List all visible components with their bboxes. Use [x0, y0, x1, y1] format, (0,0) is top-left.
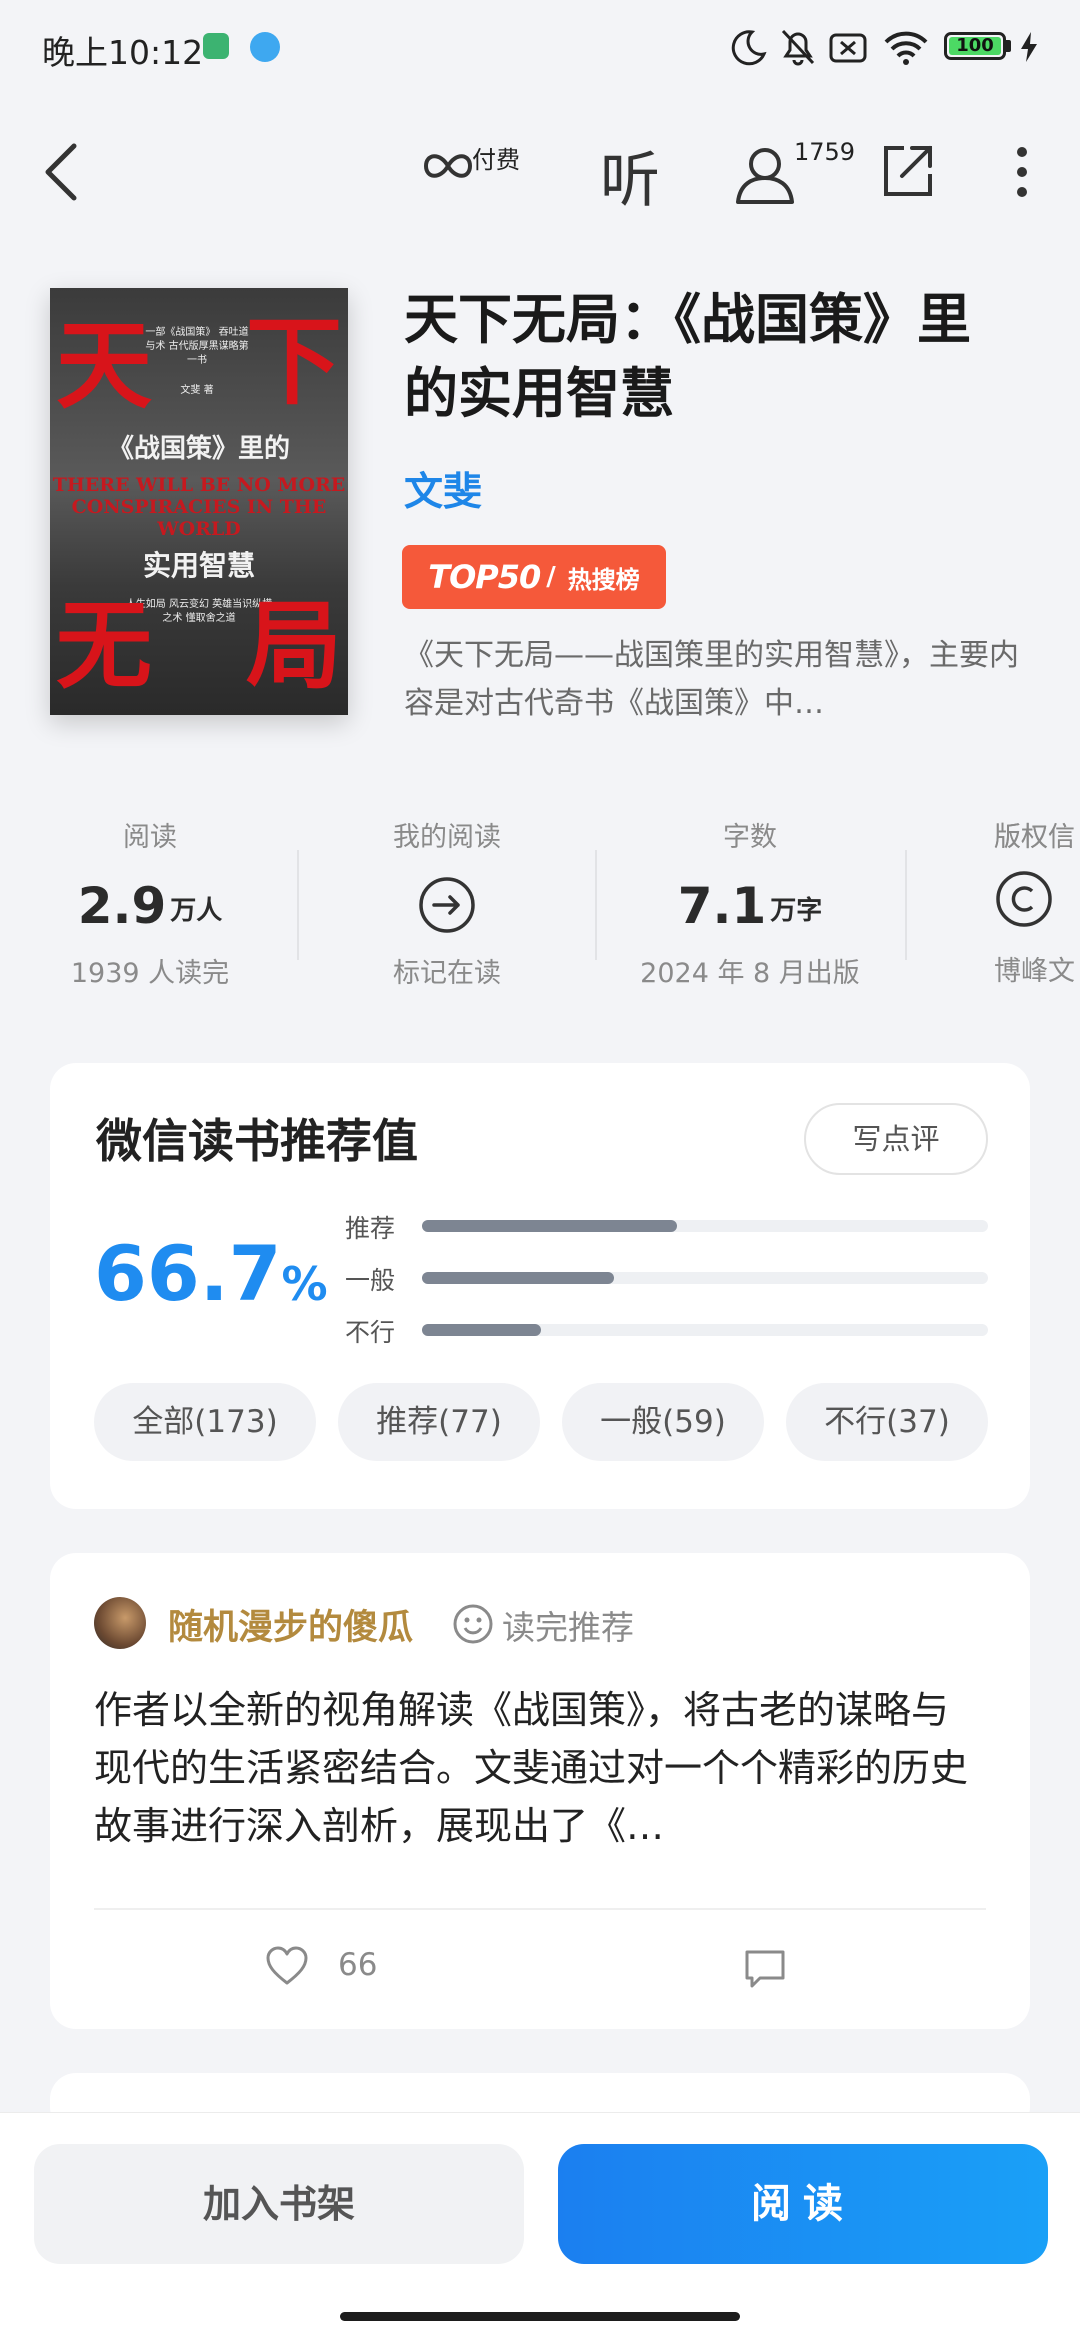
cover-char-2: 下 [246, 305, 342, 418]
person-icon [736, 148, 794, 204]
stat-sub: 标记在读 [393, 958, 501, 989]
stat-my-reading[interactable]: 我的阅读 标记在读 [297, 815, 597, 990]
stat-divider [905, 850, 907, 960]
book-intro[interactable]: 《天下无局——战国策里的实用智慧》，主要内容是对古代奇书《战国策》中… [404, 632, 1034, 728]
filter-recommend[interactable]: 推荐(77) [338, 1383, 540, 1461]
stat-unit: 万字 [770, 896, 823, 926]
battery-icon: 100 [944, 32, 1006, 60]
filter-average[interactable]: 一般(59) [562, 1383, 764, 1461]
cover-subtitle-2: 实用智慧 [142, 549, 255, 582]
reader-count: 1759 [794, 138, 856, 166]
bar-label: 不行 [345, 1318, 396, 1347]
cover-char-1: 天 [56, 309, 152, 422]
moon-icon [731, 30, 767, 66]
recommend-percent-sign: % [281, 1257, 328, 1311]
stat-copyright-clip: 版权信 博峰文 [994, 815, 1080, 988]
stat-label: 我的阅读 [393, 822, 501, 853]
battery-cap [1006, 40, 1011, 52]
recommend-percent: 66.7% [94, 1229, 328, 1318]
comment-icon[interactable] [742, 1947, 788, 1991]
mute-bell-icon [781, 29, 815, 66]
arrow-circle-icon [419, 877, 475, 933]
stat-value: 2.9 [77, 877, 167, 935]
bar-track [422, 1272, 988, 1284]
book-author[interactable]: 文斐 [404, 461, 482, 517]
paid-listen-button[interactable]: 付费 [420, 140, 530, 200]
smile-icon [453, 1604, 493, 1644]
no-sim-icon [829, 33, 867, 63]
charging-icon [1021, 32, 1037, 62]
stat-label: 版权信 [994, 822, 1075, 853]
cover-english: THERE WILL BE NO MORE CONSPIRACIES IN TH… [52, 474, 346, 540]
rank-badge-label: 热搜榜 [567, 565, 640, 594]
recommend-percent-value: 66.7 [94, 1229, 282, 1318]
review-user-name[interactable]: 随机漫步的傻瓜 [168, 1599, 413, 1650]
filter-all[interactable]: 全部(173) [94, 1383, 316, 1461]
readers-button[interactable]: 1759 [732, 138, 856, 208]
more-icon[interactable] [1010, 142, 1034, 202]
bar-fill-recommend [422, 1220, 677, 1232]
stat-sub: 1939 人读完 [70, 958, 230, 989]
book-cover[interactable]: 天 下 一部《战国策》 吞吐道与术 古代版厚黑谋略第一书 文斐 著 《战国策》里… [50, 288, 348, 715]
listen-button[interactable]: 听 [600, 132, 660, 219]
stat-value-row: 7.1 万字 [600, 869, 900, 935]
avatar[interactable] [94, 1597, 146, 1649]
stat-word-count[interactable]: 字数 7.1 万字 2024 年 8 月出版 [600, 815, 900, 990]
rank-badge-top: TOP50 [428, 558, 541, 596]
recommend-title: 微信读书推荐值 [96, 1114, 418, 1168]
bar-fill-average [422, 1272, 615, 1284]
recommend-card: 微信读书推荐值 写点评 66.7% 推荐 一般 不行 全部(173) 推荐(77… [50, 1063, 1030, 1509]
stat-value: 7.1 [677, 877, 767, 935]
heart-icon[interactable] [264, 1945, 310, 1987]
review-text[interactable]: 作者以全新的视角解读《战国策》，将古老的谋略与现代的生活紧密结合。文斐通过对一个… [94, 1681, 986, 1855]
review-tag: 读完推荐 [502, 1608, 634, 1647]
stat-unit: 万人 [170, 896, 223, 926]
paid-label: 付费 [472, 146, 520, 174]
app-notification-icon-2 [250, 32, 280, 62]
review-card[interactable]: 随机漫步的傻瓜 读完推荐 作者以全新的视角解读《战国策》，将古老的谋略与现代的生… [50, 1553, 1030, 2029]
cover-subtitle-1: 《战国策》里的 [107, 434, 290, 464]
write-review-button[interactable]: 写点评 [804, 1103, 988, 1175]
battery-level: 100 [949, 37, 1001, 55]
bar-fill-bad [422, 1324, 541, 1336]
cover-char-3: 无 [56, 589, 152, 702]
stat-sub: 2024 年 8 月出版 [640, 958, 860, 989]
divider [94, 1908, 986, 1910]
rank-badge[interactable]: TOP50 / 热搜榜 [402, 545, 666, 609]
cover-author: 文斐 著 [180, 385, 214, 396]
cover-tagline: 一部《战国策》 吞吐道与术 古代版厚黑谋略第一书 [145, 327, 249, 366]
stat-readers[interactable]: 阅读 2.9 万人 1939 人读完 [0, 815, 300, 990]
home-indicator [340, 2312, 740, 2321]
book-title: 天下无局：《战国策》里的实用智慧 [404, 287, 971, 425]
stat-label: 字数 [723, 822, 777, 853]
bar-track [422, 1220, 988, 1232]
stat-value-row [297, 869, 597, 935]
back-icon[interactable] [38, 140, 86, 204]
bar-label: 推荐 [345, 1214, 396, 1243]
stat-label: 阅读 [123, 822, 177, 853]
infinity-icon [423, 154, 473, 178]
add-to-shelf-button[interactable]: 加入书架 [34, 2144, 524, 2264]
app-notification-icon [203, 33, 229, 59]
stat-value-row: 2.9 万人 [0, 869, 300, 935]
read-button[interactable]: 阅读 [558, 2144, 1048, 2264]
copyright-icon [996, 871, 1052, 927]
share-icon[interactable] [880, 140, 936, 200]
like-count: 66 [338, 1947, 378, 1983]
wifi-icon [884, 31, 928, 65]
rank-badge-separator: / [546, 562, 556, 592]
bar-track [422, 1324, 988, 1336]
stat-sub: 博峰文 [994, 956, 1075, 987]
status-bar: 晚上10:12 100 [0, 0, 1080, 100]
status-time: 晚上10:12 [42, 33, 204, 72]
cover-char-4: 局 [246, 589, 342, 702]
filter-bad[interactable]: 不行(37) [786, 1383, 988, 1461]
bar-label: 一般 [345, 1266, 396, 1295]
stat-divider [595, 850, 597, 960]
